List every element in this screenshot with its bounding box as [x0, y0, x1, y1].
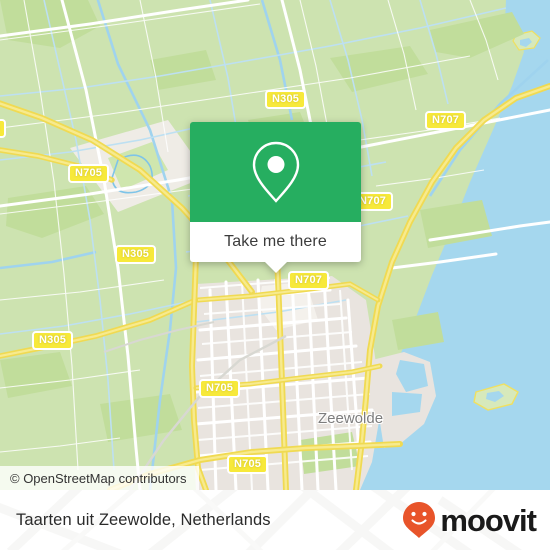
map-screenshot-root: Zeewolde N305 N707 5 N705 N707 N305 N707…: [0, 0, 550, 550]
moovit-brand[interactable]: moovit: [402, 501, 537, 539]
location-popup-card[interactable]: Take me there: [190, 122, 361, 273]
moovit-wordmark: moovit: [440, 502, 537, 538]
place-label-zeewolde: Zeewolde: [318, 410, 384, 427]
osm-attribution-text: © OpenStreetMap contributors: [10, 470, 187, 486]
bottom-info-bar: Taarten uit Zeewolde, Netherlands moovit: [0, 490, 550, 550]
road-shield-n305-mid: N305: [115, 245, 157, 264]
osm-attribution[interactable]: © OpenStreetMap contributors: [0, 466, 199, 490]
page-title: Taarten uit Zeewolde, Netherlands: [16, 510, 271, 529]
road-shield-n705-bottom: N705: [227, 455, 269, 474]
road-shield-n305-top: N305: [265, 90, 307, 109]
popup-pointer: [264, 262, 287, 273]
map-pin-icon: [252, 141, 299, 203]
road-shield-n707-town: N707: [288, 271, 330, 290]
road-shield-n707-topright: N707: [425, 111, 467, 130]
take-me-there-button[interactable]: Take me there: [190, 222, 361, 273]
road-shield-n305-leftedge: 5: [0, 119, 7, 138]
moovit-smiley-pin-icon: [403, 502, 436, 538]
road-shield-n305-lower: N305: [32, 331, 74, 350]
map-canvas[interactable]: Zeewolde N305 N707 5 N705 N707 N305 N707…: [0, 0, 550, 490]
road-shield-n705-left: N705: [68, 164, 110, 183]
road-shield-n705-lower: N705: [199, 379, 241, 398]
popup-header: [190, 122, 361, 222]
take-me-there-label: Take me there: [224, 233, 327, 250]
